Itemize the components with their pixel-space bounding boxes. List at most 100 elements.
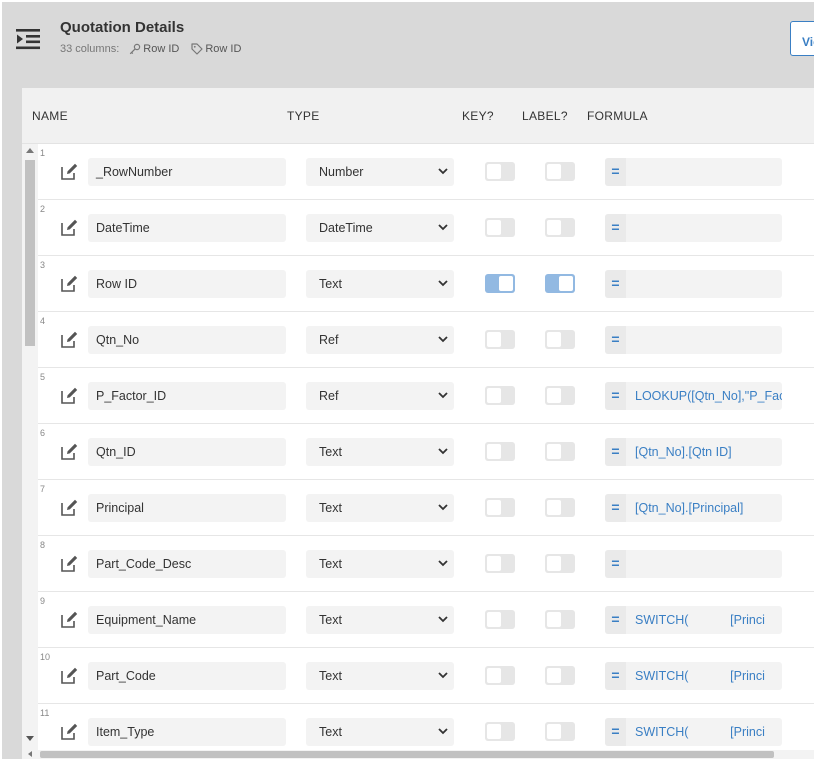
toggle-knob xyxy=(487,500,501,515)
table-row: 9 Equipment_Name Text = SWITCH( [Princi xyxy=(38,592,814,648)
row-number: 6 xyxy=(40,428,46,438)
column-name-field[interactable]: Principal xyxy=(88,494,286,522)
edit-pencil-icon[interactable] xyxy=(59,218,79,238)
header-type: TYPE xyxy=(287,109,320,123)
scroll-down-icon[interactable] xyxy=(26,736,34,741)
horizontal-scrollbar[interactable] xyxy=(22,750,814,759)
column-name-field[interactable]: P_Factor_ID xyxy=(88,382,286,410)
toggle-knob xyxy=(547,388,561,403)
key-toggle[interactable] xyxy=(485,554,515,573)
edit-pencil-icon[interactable] xyxy=(59,666,79,686)
chevron-down-icon xyxy=(438,448,448,455)
column-name-field[interactable]: _RowNumber xyxy=(88,158,286,186)
chevron-down-icon xyxy=(438,616,448,623)
column-type-select[interactable]: Ref xyxy=(306,382,454,410)
column-type-value: Text xyxy=(319,669,342,683)
formula-field[interactable]: = xyxy=(605,214,782,242)
key-toggle[interactable] xyxy=(485,610,515,629)
column-type-select[interactable]: Text xyxy=(306,270,454,298)
column-name-field[interactable]: Qtn_ID xyxy=(88,438,286,466)
formula-field[interactable]: = xyxy=(605,326,782,354)
column-type-select[interactable]: Text xyxy=(306,606,454,634)
view-data-button[interactable]: View xyxy=(790,21,814,56)
edit-pencil-icon[interactable] xyxy=(59,162,79,182)
formula-field[interactable]: = SWITCH( [Princi xyxy=(605,718,782,746)
edit-pencil-icon[interactable] xyxy=(59,722,79,742)
column-type-select[interactable]: Text xyxy=(306,662,454,690)
key-toggle[interactable] xyxy=(485,722,515,741)
column-name-field[interactable]: Row ID xyxy=(88,270,286,298)
edit-pencil-icon[interactable] xyxy=(59,610,79,630)
label-toggle[interactable] xyxy=(545,722,575,741)
edit-pencil-icon[interactable] xyxy=(59,498,79,518)
chevron-down-icon xyxy=(438,392,448,399)
label-toggle[interactable] xyxy=(545,610,575,629)
label-toggle[interactable] xyxy=(545,330,575,349)
formula-field[interactable]: = [Qtn_No].[Principal] xyxy=(605,494,782,522)
toggle-knob xyxy=(559,276,573,291)
label-toggle[interactable] xyxy=(545,666,575,685)
formula-equals-icon: = xyxy=(605,606,626,634)
app-window: Quotation Details 33 columns: Row ID Row xyxy=(0,0,814,759)
column-name-field[interactable]: Part_Code xyxy=(88,662,286,690)
left-edge xyxy=(0,0,2,759)
key-toggle[interactable] xyxy=(485,498,515,517)
row-number: 3 xyxy=(40,260,46,270)
formula-field[interactable]: = SWITCH( [Princi xyxy=(605,662,782,690)
edit-pencil-icon[interactable] xyxy=(59,442,79,462)
column-name-field[interactable]: Item_Type xyxy=(88,718,286,746)
label-toggle[interactable] xyxy=(545,218,575,237)
column-type-select[interactable]: Text xyxy=(306,494,454,522)
edit-pencil-icon[interactable] xyxy=(59,386,79,406)
column-name-field[interactable]: Equipment_Name xyxy=(88,606,286,634)
label-toggle[interactable] xyxy=(545,274,575,293)
formula-equals-icon: = xyxy=(605,270,626,298)
column-type-select[interactable]: Ref xyxy=(306,326,454,354)
scroll-left-icon[interactable] xyxy=(28,751,32,757)
column-type-select[interactable]: Number xyxy=(306,158,454,186)
toggle-knob xyxy=(487,724,501,739)
label-toggle[interactable] xyxy=(545,554,575,573)
label-toggle[interactable] xyxy=(545,498,575,517)
edit-pencil-icon[interactable] xyxy=(59,554,79,574)
indent-collapse-icon[interactable] xyxy=(16,28,42,50)
formula-field[interactable]: = [Qtn_No].[Qtn ID] xyxy=(605,438,782,466)
key-toggle[interactable] xyxy=(485,274,515,293)
column-type-select[interactable]: Text xyxy=(306,718,454,746)
vertical-scrollbar[interactable] xyxy=(22,144,38,750)
toggle-knob xyxy=(547,500,561,515)
key-toggle[interactable] xyxy=(485,386,515,405)
formula-field[interactable]: = xyxy=(605,550,782,578)
columns-panel: NAME TYPE KEY? LABEL? FORMULA 1 _RowNumbe… xyxy=(22,88,814,759)
column-type-select[interactable]: Text xyxy=(306,550,454,578)
key-toggle[interactable] xyxy=(485,666,515,685)
column-name-field[interactable]: Part_Code_Desc xyxy=(88,550,286,578)
column-name-field[interactable]: DateTime xyxy=(88,214,286,242)
formula-field[interactable]: = xyxy=(605,158,782,186)
column-type-value: DateTime xyxy=(319,221,373,235)
table-row: 3 Row ID Text = xyxy=(38,256,814,312)
formula-field[interactable]: = SWITCH( [Princi xyxy=(605,606,782,634)
formula-field[interactable]: = xyxy=(605,270,782,298)
toggle-knob xyxy=(487,164,501,179)
key-toggle[interactable] xyxy=(485,442,515,461)
column-name-field[interactable]: Qtn_No xyxy=(88,326,286,354)
edit-pencil-icon[interactable] xyxy=(59,274,79,294)
label-toggle[interactable] xyxy=(545,162,575,181)
horizontal-scroll-thumb[interactable] xyxy=(40,751,774,758)
label-toggle[interactable] xyxy=(545,442,575,461)
vertical-scroll-thumb[interactable] xyxy=(25,160,35,346)
scroll-up-icon[interactable] xyxy=(26,148,34,153)
formula-equals-icon: = xyxy=(605,214,626,242)
formula-field[interactable]: = LOOKUP([Qtn_No],"P_Fac xyxy=(605,382,782,410)
label-toggle[interactable] xyxy=(545,386,575,405)
table-row: 11 Item_Type Text = SWITCH( [Princi xyxy=(38,704,814,750)
column-type-select[interactable]: Text xyxy=(306,438,454,466)
key-toggle[interactable] xyxy=(485,218,515,237)
edit-pencil-icon[interactable] xyxy=(59,330,79,350)
formula-equals-icon: = xyxy=(605,550,626,578)
key-toggle[interactable] xyxy=(485,162,515,181)
chevron-down-icon xyxy=(438,728,448,735)
column-type-select[interactable]: DateTime xyxy=(306,214,454,242)
key-toggle[interactable] xyxy=(485,330,515,349)
